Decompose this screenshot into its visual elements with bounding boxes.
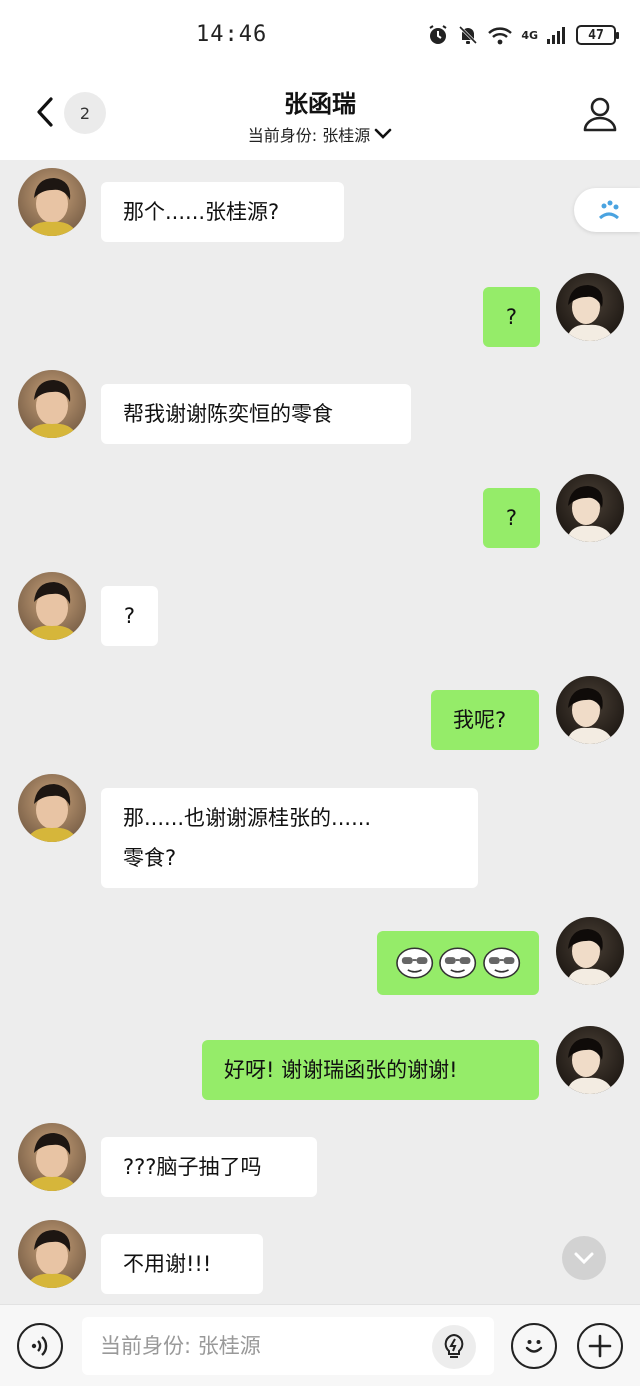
contact-avatar[interactable] <box>18 370 86 438</box>
input-bar <box>0 1304 640 1386</box>
contact-avatar[interactable] <box>18 1220 86 1288</box>
sunglasses-emoji-icon <box>482 947 520 979</box>
chat-title: 张函瑞 <box>284 90 356 118</box>
my-avatar[interactable] <box>556 1026 624 1094</box>
alarm-icon <box>427 24 449 46</box>
message-bubble-incoming[interactable]: 帮我谢谢陈奕恒的零食 <box>101 384 411 444</box>
message-bubble-outgoing[interactable] <box>377 931 539 995</box>
wifi-icon <box>487 24 513 46</box>
emoji-button[interactable] <box>511 1323 557 1369</box>
message-bubble-outgoing[interactable]: 我呢? <box>431 690 539 750</box>
message-bubble-incoming[interactable]: 那......也谢谢源桂张的...... 零食? <box>101 788 478 888</box>
message-bubble-incoming[interactable]: ???脑子抽了吗 <box>101 1137 317 1197</box>
lightbulb-icon <box>444 1333 464 1358</box>
message-bubble-incoming[interactable]: 那个......张桂源? <box>101 182 344 242</box>
my-avatar[interactable] <box>556 474 624 542</box>
voice-button[interactable] <box>17 1323 63 1369</box>
sunglasses-emoji-icon <box>396 947 434 979</box>
identity-label: 当前身份: 张桂源 <box>247 126 371 145</box>
ai-assist-button[interactable] <box>432 1325 476 1369</box>
message-bubble-outgoing[interactable]: ? <box>483 287 540 347</box>
status-bar: 14:46 4G 47 <box>0 0 640 70</box>
chevron-down-icon <box>374 128 392 139</box>
my-avatar[interactable] <box>556 676 624 744</box>
voice-icon <box>31 1336 48 1356</box>
message-line: 零食? <box>123 846 177 870</box>
message-bubble-incoming[interactable]: ? <box>101 586 158 646</box>
message-bubble-outgoing[interactable]: ? <box>483 488 540 548</box>
signal-icon <box>546 25 568 45</box>
message-bubble-incoming[interactable]: 不用谢!!! <box>101 1234 263 1294</box>
sunglasses-emoji-icon <box>439 947 477 979</box>
message-line: 那......也谢谢源桂张的...... <box>123 806 372 830</box>
person-icon <box>583 97 617 132</box>
status-time: 14:46 <box>196 22 268 47</box>
message-list[interactable]: 那个......张桂源? ? 帮我谢谢陈奕恒的零食 ? ? 我呢? 那.....… <box>0 160 640 1304</box>
network-type: 4G <box>521 28 538 42</box>
quick-action-button[interactable] <box>574 188 640 232</box>
plus-icon <box>588 1334 612 1358</box>
mute-icon <box>457 24 479 46</box>
contact-avatar[interactable] <box>18 1123 86 1191</box>
contact-avatar[interactable] <box>18 774 86 842</box>
profile-button[interactable] <box>580 94 620 134</box>
chat-header: 2 张函瑞 当前身份: 张桂源 <box>0 70 640 160</box>
message-bubble-outgoing[interactable]: 好呀! 谢谢瑞函张的谢谢! <box>202 1040 539 1100</box>
splash-icon <box>599 200 619 220</box>
battery-indicator: 47 <box>576 25 619 45</box>
status-icons: 4G 47 <box>427 22 619 48</box>
my-avatar[interactable] <box>556 917 624 985</box>
more-button[interactable] <box>577 1323 623 1369</box>
smile-icon <box>525 1340 543 1353</box>
scroll-to-bottom-button[interactable] <box>562 1236 606 1280</box>
identity-switcher[interactable]: 当前身份: 张桂源 <box>0 122 640 146</box>
chevron-down-icon <box>574 1252 594 1265</box>
contact-avatar[interactable] <box>18 168 86 236</box>
my-avatar[interactable] <box>556 273 624 341</box>
contact-avatar[interactable] <box>18 572 86 640</box>
